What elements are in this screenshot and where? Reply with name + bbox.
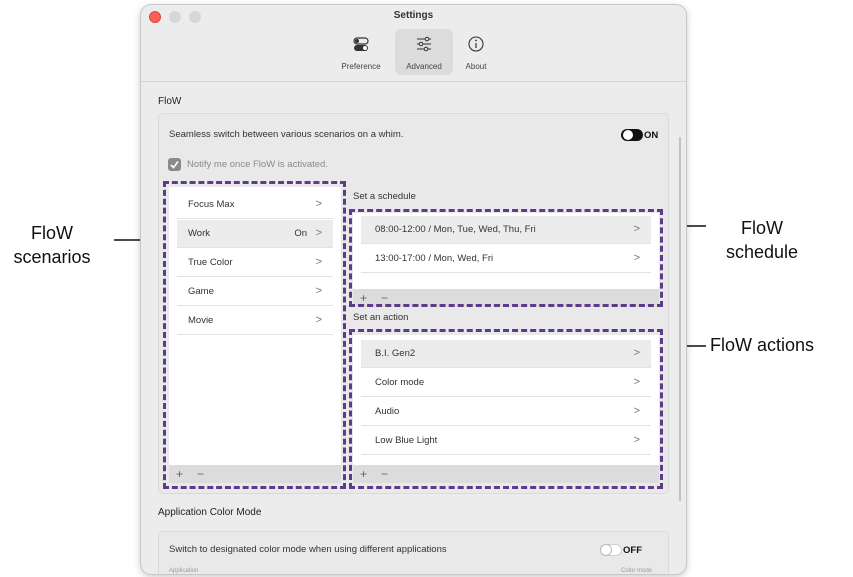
flow-toggle[interactable]: [621, 129, 643, 141]
flow-section-title: FloW: [158, 96, 182, 107]
tab-about[interactable]: About: [447, 29, 505, 75]
seamless-description: Seamless switch between various scenario…: [169, 129, 404, 140]
flow-toggle-label: ON: [644, 130, 659, 141]
acm-description: Switch to designated color mode when usi…: [169, 544, 447, 555]
tab-preference[interactable]: Preference: [332, 29, 390, 75]
sliders-icon: [395, 35, 453, 53]
schedule-title: Set a schedule: [353, 191, 416, 202]
acm-section-title: Application Color Mode: [158, 507, 262, 518]
acm-toggle[interactable]: [600, 544, 622, 556]
scrollbar[interactable]: [679, 137, 681, 501]
scenarios-highlight: [163, 181, 346, 489]
title-bar: Settings: [141, 5, 686, 29]
action-title: Set an action: [353, 312, 409, 323]
callout-flow-schedule: FloW schedule: [725, 218, 799, 262]
tab-advanced-label: Advanced: [406, 62, 442, 71]
settings-window: Settings Preference Advanced About FloW …: [141, 5, 686, 574]
actions-highlight: [349, 329, 663, 489]
checkmark-icon: [170, 161, 179, 169]
toolbar-divider: [141, 81, 686, 82]
callout-flow-actions: FloW actions: [710, 335, 815, 355]
notify-label: Notify me once FloW is activated.: [187, 159, 328, 170]
tab-preference-label: Preference: [341, 62, 381, 71]
acm-toggle-label: OFF: [623, 545, 642, 556]
schedule-highlight: [349, 209, 663, 307]
window-title: Settings: [393, 10, 434, 21]
tab-about-label: About: [465, 62, 487, 71]
callout-flow-scenarios-text: FloW scenarios: [13, 223, 91, 267]
acm-column-application: Application: [169, 568, 199, 574]
tab-advanced[interactable]: Advanced: [395, 29, 453, 75]
acm-column-color-mode: Color mode: [621, 568, 653, 574]
toggles-icon: [332, 35, 390, 53]
notify-checkbox[interactable]: [168, 158, 181, 171]
toggle-knob: [601, 545, 611, 555]
toggle-knob: [623, 130, 633, 140]
info-icon: [447, 35, 505, 53]
